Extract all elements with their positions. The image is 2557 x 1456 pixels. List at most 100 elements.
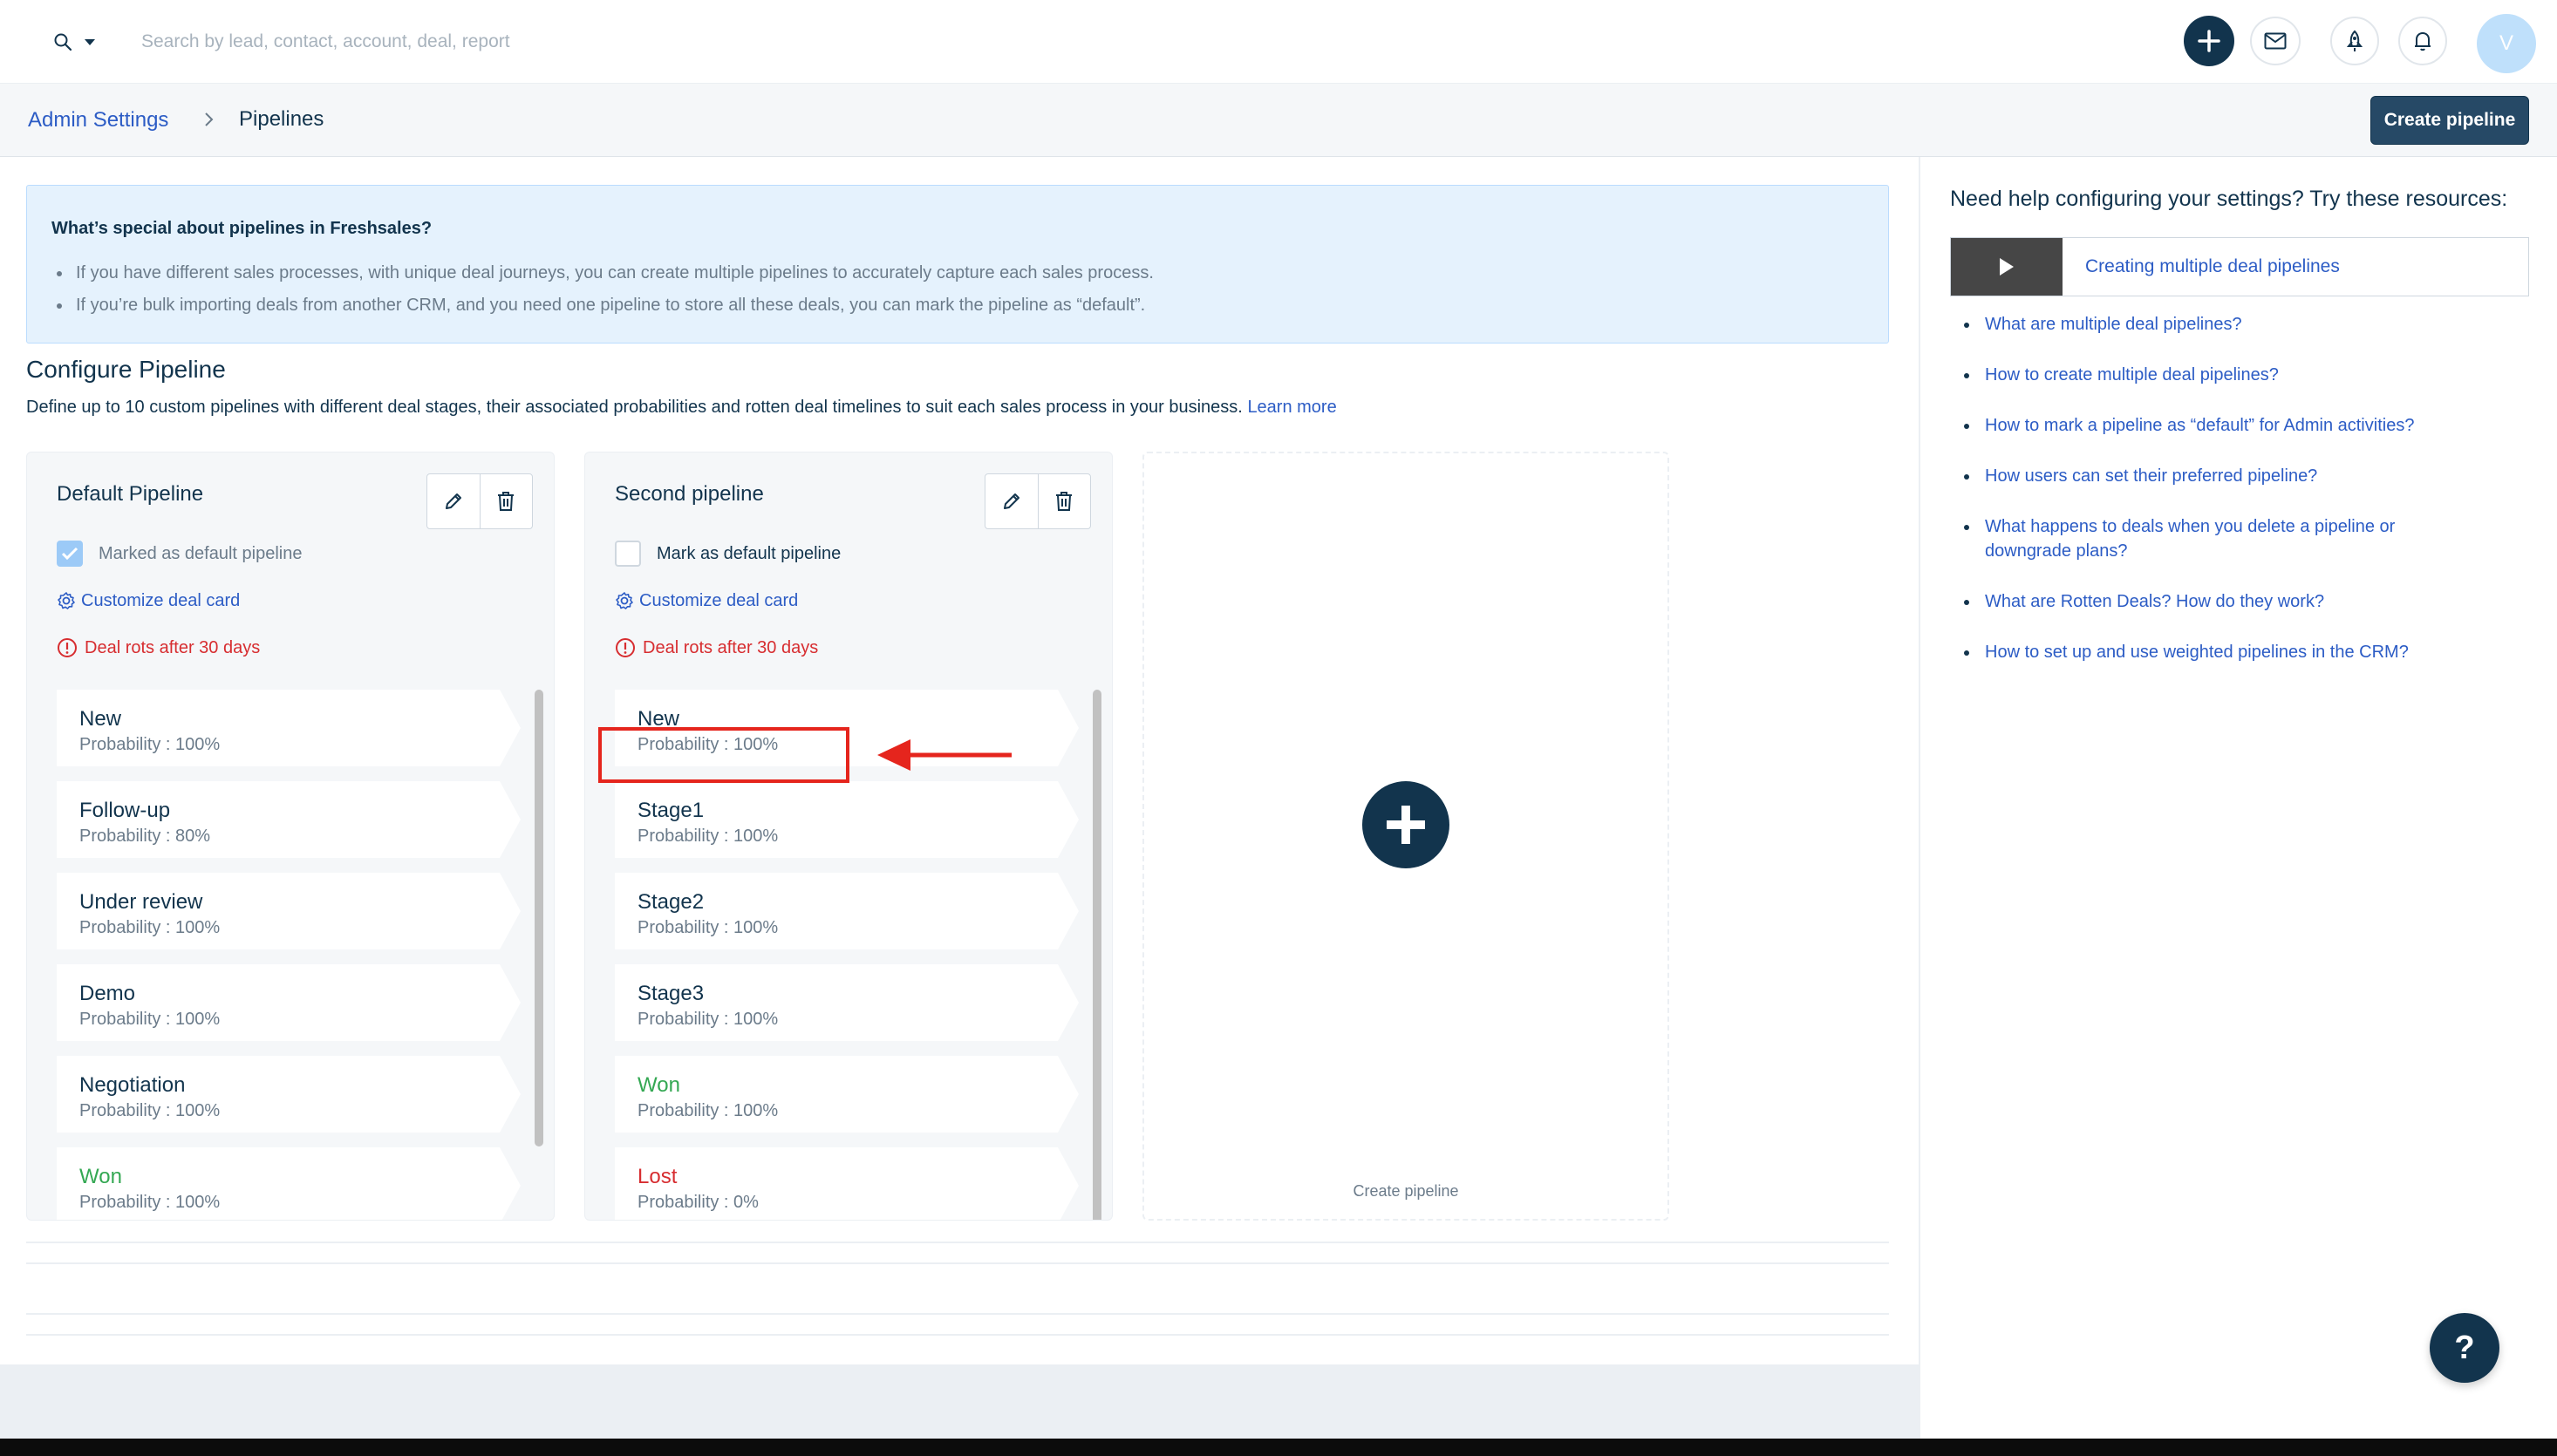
divider [26, 1242, 1889, 1243]
pipeline-card-default: Default Pipeline Marked as default pipel… [26, 452, 555, 1221]
customize-deal-card-label: Customize deal card [81, 590, 241, 610]
default-pipeline-checkbox-row[interactable]: Marked as default pipeline [57, 540, 302, 568]
red-arrow-icon [877, 739, 1012, 771]
create-pipeline-label: Create pipeline [1353, 1182, 1459, 1200]
stage-probability: Probability : 0% [638, 1193, 759, 1212]
stages-scrollbar[interactable] [1093, 690, 1101, 1220]
delete-pipeline-button[interactable] [1039, 474, 1091, 528]
edit-pipeline-button[interactable] [985, 474, 1039, 528]
help-link[interactable]: How to set up and use weighted pipelines… [1980, 640, 2520, 664]
customize-deal-card-label: Customize deal card [639, 590, 799, 610]
deal-rot-label: Deal rots after 30 days [643, 637, 819, 657]
stage-name: New [79, 707, 122, 731]
help-panel-title: Need help configuring your settings? Try… [1950, 187, 2508, 211]
stage-name: Won [638, 1073, 680, 1097]
help-link[interactable]: How to mark a pipeline as “default” for … [1980, 413, 2520, 438]
help-link[interactable]: How to create multiple deal pipelines? [1980, 363, 2520, 387]
getting-started-button[interactable] [2330, 17, 2379, 65]
gear-icon [616, 592, 633, 609]
help-link[interactable]: What are multiple deal pipelines? [1980, 312, 2520, 337]
chevron-right-icon [205, 112, 214, 126]
pipeline-stage[interactable]: Follow-up Probability : 80% [57, 781, 521, 858]
deal-rot-indicator: Deal rots after 30 days [615, 634, 818, 662]
divider [26, 1313, 1889, 1315]
info-banner-list: If you have different sales processes, w… [72, 257, 1869, 322]
notifications-button[interactable] [2398, 17, 2447, 65]
main-content: What’s special about pipelines in Freshs… [0, 157, 1919, 1364]
mail-icon [2264, 32, 2287, 50]
plus-icon [1387, 806, 1425, 844]
caret-down-icon [85, 39, 95, 45]
help-links-list: What are multiple deal pipelines? How to… [1980, 312, 2520, 691]
video-thumbnail[interactable] [1951, 238, 2063, 296]
stage-probability: Probability : 100% [79, 1101, 221, 1120]
rocket-icon [2346, 30, 2363, 51]
pipeline-stage[interactable]: Under review Probability : 100% [57, 873, 521, 949]
pipeline-stage[interactable]: Won Probability : 100% [57, 1147, 521, 1220]
search-icon [54, 33, 72, 51]
help-video-link[interactable]: Creating multiple deal pipelines [2085, 238, 2340, 296]
delete-pipeline-button[interactable] [481, 474, 533, 528]
stage-name: Stage2 [638, 890, 705, 914]
pipeline-actions [985, 473, 1091, 529]
screen-bottom-edge [0, 1439, 2557, 1456]
create-pipeline-plus-button[interactable] [1362, 781, 1449, 868]
stage-probability: Probability : 100% [79, 1010, 221, 1029]
alert-circle-icon [616, 638, 635, 657]
pipeline-stage[interactable]: Stage1 Probability : 100% [615, 781, 1079, 858]
divider [26, 1334, 1889, 1336]
pencil-icon [1003, 493, 1019, 509]
help-link[interactable]: What are Rotten Deals? How do they work? [1980, 589, 2520, 614]
pipeline-stage[interactable]: Negotiation Probability : 100% [57, 1056, 521, 1133]
default-pipeline-checkbox[interactable] [57, 541, 83, 567]
quick-add-button[interactable] [2184, 16, 2234, 66]
edit-pipeline-button[interactable] [427, 474, 481, 528]
divider [26, 1262, 1889, 1264]
default-pipeline-checkbox[interactable] [615, 541, 641, 567]
configure-pipeline-description: Define up to 10 custom pipelines with di… [26, 398, 1337, 418]
stage-name: Under review [79, 890, 203, 914]
pipeline-stage[interactable]: Lost Probability : 0% [615, 1147, 1079, 1220]
configure-description-text: Define up to 10 custom pipelines with di… [26, 398, 1243, 417]
help-video-card[interactable]: Creating multiple deal pipelines [1950, 237, 2529, 296]
stage-probability: Probability : 100% [79, 1193, 221, 1212]
plus-icon [2198, 30, 2220, 52]
checkmark-icon [61, 547, 78, 561]
pipelines-info-banner: What’s special about pipelines in Freshs… [26, 185, 1889, 344]
global-search-input[interactable] [141, 24, 926, 59]
help-resources-panel: Need help configuring your settings? Try… [1919, 157, 2557, 1439]
learn-more-link[interactable]: Learn more [1247, 398, 1336, 417]
pipeline-stage[interactable]: Stage2 Probability : 100% [615, 873, 1079, 949]
pipeline-stage[interactable]: Demo Probability : 100% [57, 964, 521, 1041]
pencil-icon [445, 493, 461, 509]
pipeline-stage[interactable]: New Probability : 100% [57, 690, 521, 766]
alert-circle-icon [58, 638, 77, 657]
customize-deal-card-link[interactable]: Customize deal card [615, 587, 798, 615]
create-pipeline-button[interactable]: Create pipeline [2370, 96, 2529, 145]
help-link[interactable]: What happens to deals when you delete a … [1980, 514, 2468, 563]
stage-probability: Probability : 100% [638, 1010, 779, 1029]
stage-name: Lost [638, 1165, 678, 1188]
search-scope-toggle[interactable] [52, 24, 98, 59]
user-avatar[interactable]: V [2477, 14, 2536, 73]
stages-scrollbar[interactable] [535, 690, 543, 1146]
pipeline-stage[interactable]: Won Probability : 100% [615, 1056, 1079, 1133]
stage-name: Won [79, 1165, 122, 1188]
pipeline-stage[interactable]: Stage3 Probability : 100% [615, 964, 1079, 1041]
play-icon [2000, 258, 2014, 276]
customize-deal-card-link[interactable]: Customize deal card [57, 587, 240, 615]
pipeline-card-second: Second pipeline Mark as default pipeline… [584, 452, 1113, 1221]
pipeline-name: Second pipeline [615, 482, 764, 506]
help-chat-button[interactable]: ? [2430, 1313, 2499, 1383]
default-pipeline-label: Mark as default pipeline [657, 543, 842, 563]
pipeline-stages-list: New Probability : 100% Follow-up Probabili… [57, 690, 528, 1220]
breadcrumb-admin-settings[interactable]: Admin Settings [28, 108, 168, 133]
email-button[interactable] [2250, 17, 2301, 65]
stage-name: Stage1 [638, 799, 705, 822]
deal-rot-indicator: Deal rots after 30 days [57, 634, 260, 662]
stage-probability: Probability : 100% [638, 918, 779, 937]
help-link[interactable]: How users can set their preferred pipeli… [1980, 464, 2520, 488]
default-pipeline-checkbox-row[interactable]: Mark as default pipeline [615, 540, 841, 568]
create-pipeline-card[interactable]: Create pipeline [1142, 452, 1669, 1221]
default-pipeline-label: Marked as default pipeline [99, 543, 303, 563]
